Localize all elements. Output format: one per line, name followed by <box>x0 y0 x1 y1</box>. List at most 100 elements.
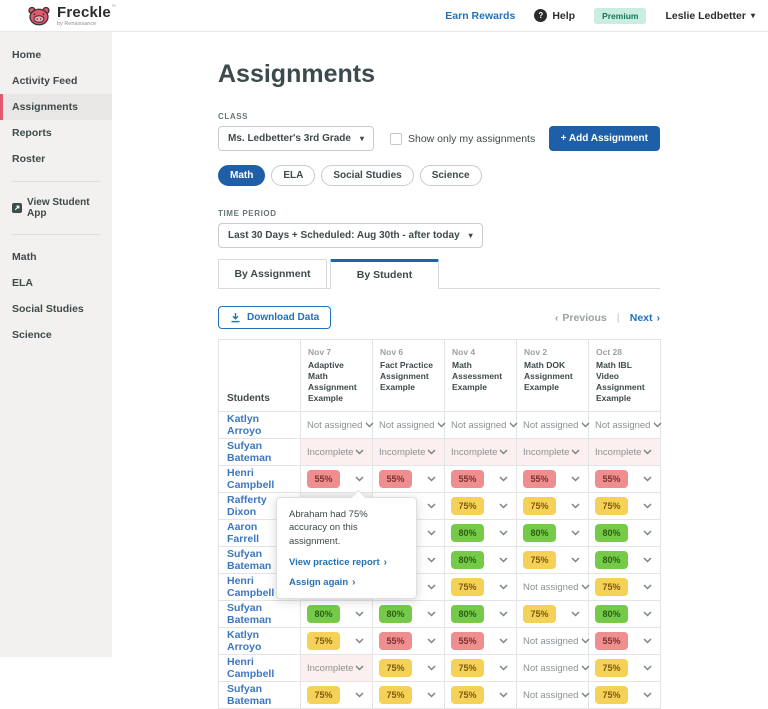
sidebar-item-home[interactable]: Home <box>0 42 112 68</box>
sidebar-item-math[interactable]: Math <box>0 244 112 270</box>
status-cell[interactable]: 55% <box>373 628 445 655</box>
student-name-link[interactable]: Henri Campbell <box>219 655 301 682</box>
status-cell[interactable]: 55% <box>301 466 373 493</box>
chevron-down-icon[interactable] <box>427 476 436 482</box>
user-menu[interactable]: Leslie Ledbetter ▾ <box>665 10 755 22</box>
checkbox-box[interactable] <box>390 133 402 145</box>
student-name-link[interactable]: Sufyan Bateman <box>219 682 301 709</box>
chevron-down-icon[interactable] <box>571 449 580 455</box>
chevron-down-icon[interactable] <box>427 503 436 509</box>
chevron-down-icon[interactable] <box>643 557 652 563</box>
chevron-down-icon[interactable] <box>355 476 364 482</box>
chevron-down-icon[interactable] <box>355 665 364 671</box>
chevron-down-icon[interactable] <box>355 692 364 698</box>
status-cell[interactable]: 75% <box>445 574 517 601</box>
chevron-down-icon[interactable] <box>643 665 652 671</box>
status-cell[interactable]: 55% <box>589 466 661 493</box>
chevron-down-icon[interactable] <box>581 422 590 428</box>
status-cell[interactable]: 75% <box>301 682 373 709</box>
chevron-down-icon[interactable] <box>427 611 436 617</box>
subject-tab-ela[interactable]: ELA <box>271 165 315 186</box>
status-cell[interactable]: 75% <box>589 493 661 520</box>
chevron-down-icon[interactable] <box>581 638 590 644</box>
chevron-down-icon[interactable] <box>499 476 508 482</box>
sidebar-item-assignments[interactable]: Assignments <box>0 94 112 120</box>
tab-by-assignment[interactable]: By Assignment <box>218 259 327 288</box>
class-select[interactable]: Ms. Ledbetter's 3rd Grade ▾ <box>218 126 374 151</box>
status-cell[interactable]: Incomplete <box>373 439 445 466</box>
chevron-down-icon[interactable] <box>427 557 436 563</box>
chevron-down-icon[interactable] <box>499 692 508 698</box>
status-cell[interactable]: Incomplete <box>517 439 589 466</box>
status-cell[interactable]: 80% <box>445 520 517 547</box>
tab-by-student[interactable]: By Student <box>330 259 439 289</box>
chevron-down-icon[interactable] <box>427 692 436 698</box>
subject-tab-social-studies[interactable]: Social Studies <box>321 165 413 186</box>
download-data-button[interactable]: Download Data <box>218 306 331 329</box>
subject-tab-science[interactable]: Science <box>420 165 482 186</box>
chevron-down-icon[interactable] <box>365 422 374 428</box>
chevron-down-icon[interactable] <box>499 638 508 644</box>
chevron-down-icon[interactable] <box>643 692 652 698</box>
sidebar-item-view-student-app[interactable]: View Student App <box>0 191 112 225</box>
status-cell[interactable]: 55% <box>445 466 517 493</box>
chevron-down-icon[interactable] <box>427 530 436 536</box>
status-cell[interactable]: 55% <box>589 628 661 655</box>
status-cell[interactable]: 75% <box>589 574 661 601</box>
chevron-down-icon[interactable] <box>571 530 580 536</box>
chevron-down-icon[interactable] <box>643 449 652 455</box>
chevron-down-icon[interactable] <box>499 557 508 563</box>
status-cell[interactable]: Not assigned <box>589 412 661 439</box>
chevron-down-icon[interactable] <box>643 530 652 536</box>
chevron-down-icon[interactable] <box>499 449 508 455</box>
status-cell[interactable]: 75% <box>445 493 517 520</box>
chevron-down-icon[interactable] <box>355 611 364 617</box>
chevron-down-icon[interactable] <box>427 638 436 644</box>
assign-again-link[interactable]: Assign again › <box>289 577 404 588</box>
student-name-link[interactable]: Katlyn Arroyo <box>219 628 301 655</box>
next-page-button[interactable]: Next › <box>630 312 660 324</box>
sidebar-item-roster[interactable]: Roster <box>0 146 112 172</box>
chevron-down-icon[interactable] <box>499 584 508 590</box>
sidebar-item-activity-feed[interactable]: Activity Feed <box>0 68 112 94</box>
status-cell[interactable]: 80% <box>445 547 517 574</box>
chevron-down-icon[interactable] <box>499 611 508 617</box>
chevron-down-icon[interactable] <box>581 692 590 698</box>
status-cell[interactable]: 75% <box>517 493 589 520</box>
status-cell[interactable]: 75% <box>589 655 661 682</box>
status-cell[interactable]: 55% <box>373 466 445 493</box>
status-cell[interactable]: Not assigned <box>517 628 589 655</box>
chevron-down-icon[interactable] <box>643 638 652 644</box>
status-cell[interactable]: 55% <box>517 466 589 493</box>
earn-rewards-link[interactable]: Earn Rewards <box>445 10 515 22</box>
status-cell[interactable]: 80% <box>301 601 373 628</box>
chevron-down-icon[interactable] <box>427 449 436 455</box>
chevron-down-icon[interactable] <box>643 584 652 590</box>
chevron-down-icon[interactable] <box>571 503 580 509</box>
chevron-down-icon[interactable] <box>499 665 508 671</box>
chevron-down-icon[interactable] <box>355 449 364 455</box>
previous-page-button[interactable]: ‹ Previous <box>555 312 607 324</box>
status-cell[interactable]: Not assigned <box>301 412 373 439</box>
student-name-link[interactable]: Sufyan Bateman <box>219 601 301 628</box>
status-cell[interactable]: 75% <box>445 655 517 682</box>
status-cell[interactable]: 75% <box>517 547 589 574</box>
status-cell[interactable]: 80% <box>445 601 517 628</box>
status-cell[interactable]: Incomplete <box>445 439 517 466</box>
status-cell[interactable]: 80% <box>373 601 445 628</box>
status-cell[interactable]: 75% <box>373 682 445 709</box>
status-cell[interactable]: 55% <box>445 628 517 655</box>
chevron-down-icon[interactable] <box>653 422 662 428</box>
chevron-down-icon[interactable] <box>499 503 508 509</box>
status-cell[interactable]: 80% <box>517 520 589 547</box>
chevron-down-icon[interactable] <box>437 422 446 428</box>
status-cell[interactable]: 80% <box>589 601 661 628</box>
chevron-down-icon[interactable] <box>571 557 580 563</box>
student-name-link[interactable]: Sufyan Bateman <box>219 439 301 466</box>
student-name-link[interactable]: Henri Campbell <box>219 466 301 493</box>
status-cell[interactable]: 75% <box>301 628 373 655</box>
freckle-logo[interactable]: Freckle™ by Renaissance <box>28 5 116 27</box>
status-cell[interactable]: Incomplete <box>301 655 373 682</box>
status-cell[interactable]: 80% <box>589 547 661 574</box>
sidebar-item-ela[interactable]: ELA <box>0 270 112 296</box>
